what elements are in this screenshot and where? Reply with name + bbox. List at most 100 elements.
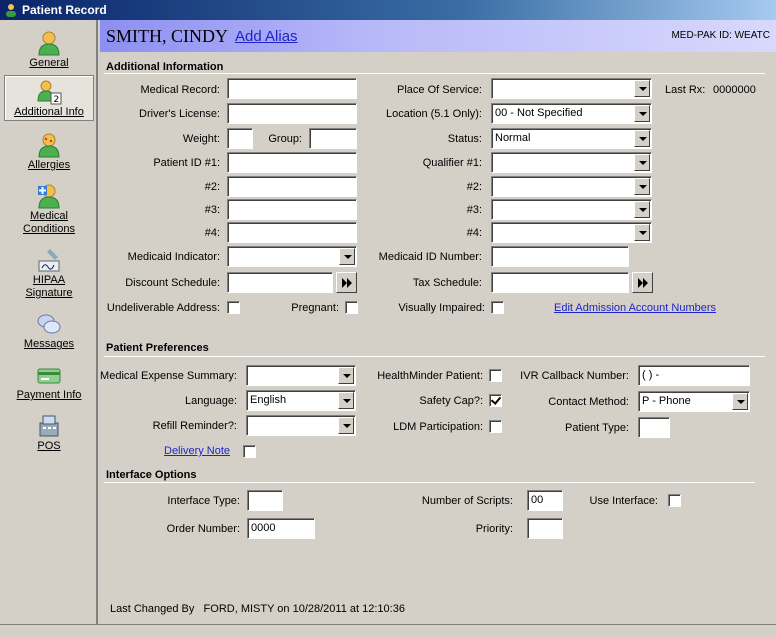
last-rx-label: Last Rx: (665, 84, 706, 96)
discount-schedule-label: Discount Schedule: (125, 277, 220, 289)
priority-field[interactable] (527, 518, 563, 539)
divider (104, 356, 765, 357)
divider (104, 73, 765, 74)
sidebar-item-pos[interactable]: POS (4, 413, 94, 453)
chevron-down-icon[interactable] (338, 417, 354, 434)
medicaid-id-number-label: Medicaid ID Number: (378, 251, 482, 263)
chevron-down-icon[interactable] (634, 80, 650, 97)
number-of-scripts-field[interactable]: 00 (527, 490, 563, 511)
sidebar-item-label: HIPAA Signature (25, 274, 73, 299)
healthminder-patient-label: HealthMinder Patient: (377, 370, 483, 382)
medicaid-id-number-field[interactable] (491, 246, 629, 267)
window-title: Patient Record (22, 3, 107, 17)
section-title-additional-information: Additional Information (106, 61, 224, 73)
medicaid-indicator-select[interactable] (227, 246, 357, 267)
sidebar-item-messages[interactable]: Messages (4, 311, 94, 351)
order-number-label: Order Number: (166, 523, 240, 535)
place-of-service-select[interactable] (491, 78, 652, 99)
tax-schedule-field[interactable] (491, 272, 629, 293)
sidebar-item-general[interactable]: General (4, 30, 94, 70)
use-interface-label: Use Interface: (589, 495, 658, 507)
discount-schedule-field[interactable] (227, 272, 333, 293)
sidebar-item-label: Payment Info (16, 389, 82, 401)
undeliverable-address-checkbox[interactable] (227, 301, 240, 314)
delivery-note-link[interactable]: Delivery Note (164, 445, 230, 457)
group-field[interactable] (309, 128, 357, 149)
qualifier-2-select[interactable] (491, 176, 652, 197)
chevron-down-icon[interactable] (634, 201, 650, 218)
patient-id-1-field[interactable] (227, 152, 357, 173)
refill-reminder-select[interactable] (246, 415, 356, 436)
sidebar-item-medical-conditions[interactable]: Medical Conditions (4, 183, 94, 236)
visually-impaired-checkbox[interactable] (491, 301, 504, 314)
chevron-down-icon[interactable] (339, 248, 355, 265)
sidebar-item-allergies[interactable]: Allergies (4, 132, 94, 172)
last-rx-value: 0000000 (713, 84, 756, 96)
qualifier-1-label: Qualifier #1: (422, 157, 482, 169)
status-label: Status: (447, 133, 482, 145)
sidebar-item-additional-info[interactable]: 2 Additional Info (4, 75, 94, 121)
pregnant-checkbox[interactable] (345, 301, 358, 314)
safety-cap-checkbox[interactable] (489, 394, 502, 407)
qualifier-1-select[interactable] (491, 152, 652, 173)
qualifier-2-label: #2: (466, 181, 482, 193)
payment-icon (37, 368, 61, 384)
pos-icon (39, 415, 59, 437)
title-bar: Patient Record (0, 0, 776, 20)
patient-header: SMITH, CINDY Add Alias MED-PAK ID: WEATC (100, 20, 776, 52)
medical-expense-summary-select[interactable] (246, 365, 356, 386)
divider (104, 482, 755, 483)
ivr-callback-number-field[interactable]: ( ) - (638, 365, 750, 386)
order-number-field[interactable]: 0000 (247, 518, 315, 539)
chevron-down-icon[interactable] (338, 367, 354, 384)
patient-id-4-field[interactable] (227, 222, 357, 243)
chevron-down-icon[interactable] (732, 393, 748, 410)
status-select[interactable]: Normal (491, 128, 652, 149)
edit-admission-account-numbers-link[interactable]: Edit Admission Account Numbers (554, 302, 716, 314)
add-alias-link[interactable]: Add Alias (235, 28, 298, 45)
patient-id-2-field[interactable] (227, 176, 357, 197)
drivers-license-field[interactable] (227, 103, 357, 124)
chevron-down-icon[interactable] (634, 178, 650, 195)
person-info-icon: 2 (37, 80, 62, 105)
med-pak-id: MED-PAK ID: WEATC (671, 30, 770, 41)
patient-type-field[interactable] (638, 417, 670, 438)
medical-record-label: Medical Record: (140, 84, 220, 96)
refill-reminder-label: Refill Reminder?: (152, 420, 237, 432)
sidebar-item-payment-info[interactable]: Payment Info (4, 362, 94, 402)
sidebar: General 2 Additional Info Allergies Medi… (0, 20, 98, 624)
language-select[interactable]: English (246, 390, 356, 411)
chevron-down-icon[interactable] (338, 392, 354, 409)
interface-type-label: Interface Type: (167, 495, 240, 507)
sidebar-item-label: Messages (23, 338, 75, 350)
language-label: Language: (185, 395, 237, 407)
qualifier-3-select[interactable] (491, 199, 652, 220)
chevron-down-icon[interactable] (634, 105, 650, 122)
ldm-participation-checkbox[interactable] (489, 420, 502, 433)
patient-type-label: Patient Type: (564, 422, 629, 434)
drivers-license-label: Driver's License: (139, 108, 220, 120)
healthminder-patient-checkbox[interactable] (489, 369, 502, 382)
location-select[interactable]: 00 - Not Specified (491, 103, 652, 124)
place-of-service-label: Place Of Service: (397, 84, 482, 96)
medical-record-field[interactable] (227, 78, 357, 99)
tax-schedule-lookup-button[interactable] (632, 272, 653, 293)
sidebar-item-hipaa-signature[interactable]: HIPAA Signature (4, 247, 94, 300)
section-title-patient-preferences: Patient Preferences (106, 342, 209, 354)
delivery-note-checkbox[interactable] (243, 445, 256, 458)
use-interface-checkbox[interactable] (668, 494, 681, 507)
qualifier-4-select[interactable] (491, 222, 652, 243)
sidebar-item-label: POS (37, 440, 61, 452)
messages-icon (37, 314, 61, 334)
chevron-down-icon[interactable] (634, 154, 650, 171)
chevron-down-icon[interactable] (634, 130, 650, 147)
patient-id-2-label: #2: (204, 181, 220, 193)
patient-record-icon (6, 4, 16, 17)
patient-id-3-field[interactable] (227, 199, 357, 220)
discount-schedule-lookup-button[interactable] (336, 272, 357, 293)
chevron-down-icon[interactable] (634, 224, 650, 241)
interface-type-field[interactable] (247, 490, 283, 511)
group-label: Group: (268, 133, 302, 145)
weight-field[interactable] (227, 128, 253, 149)
contact-method-select[interactable]: P - Phone (638, 391, 750, 412)
